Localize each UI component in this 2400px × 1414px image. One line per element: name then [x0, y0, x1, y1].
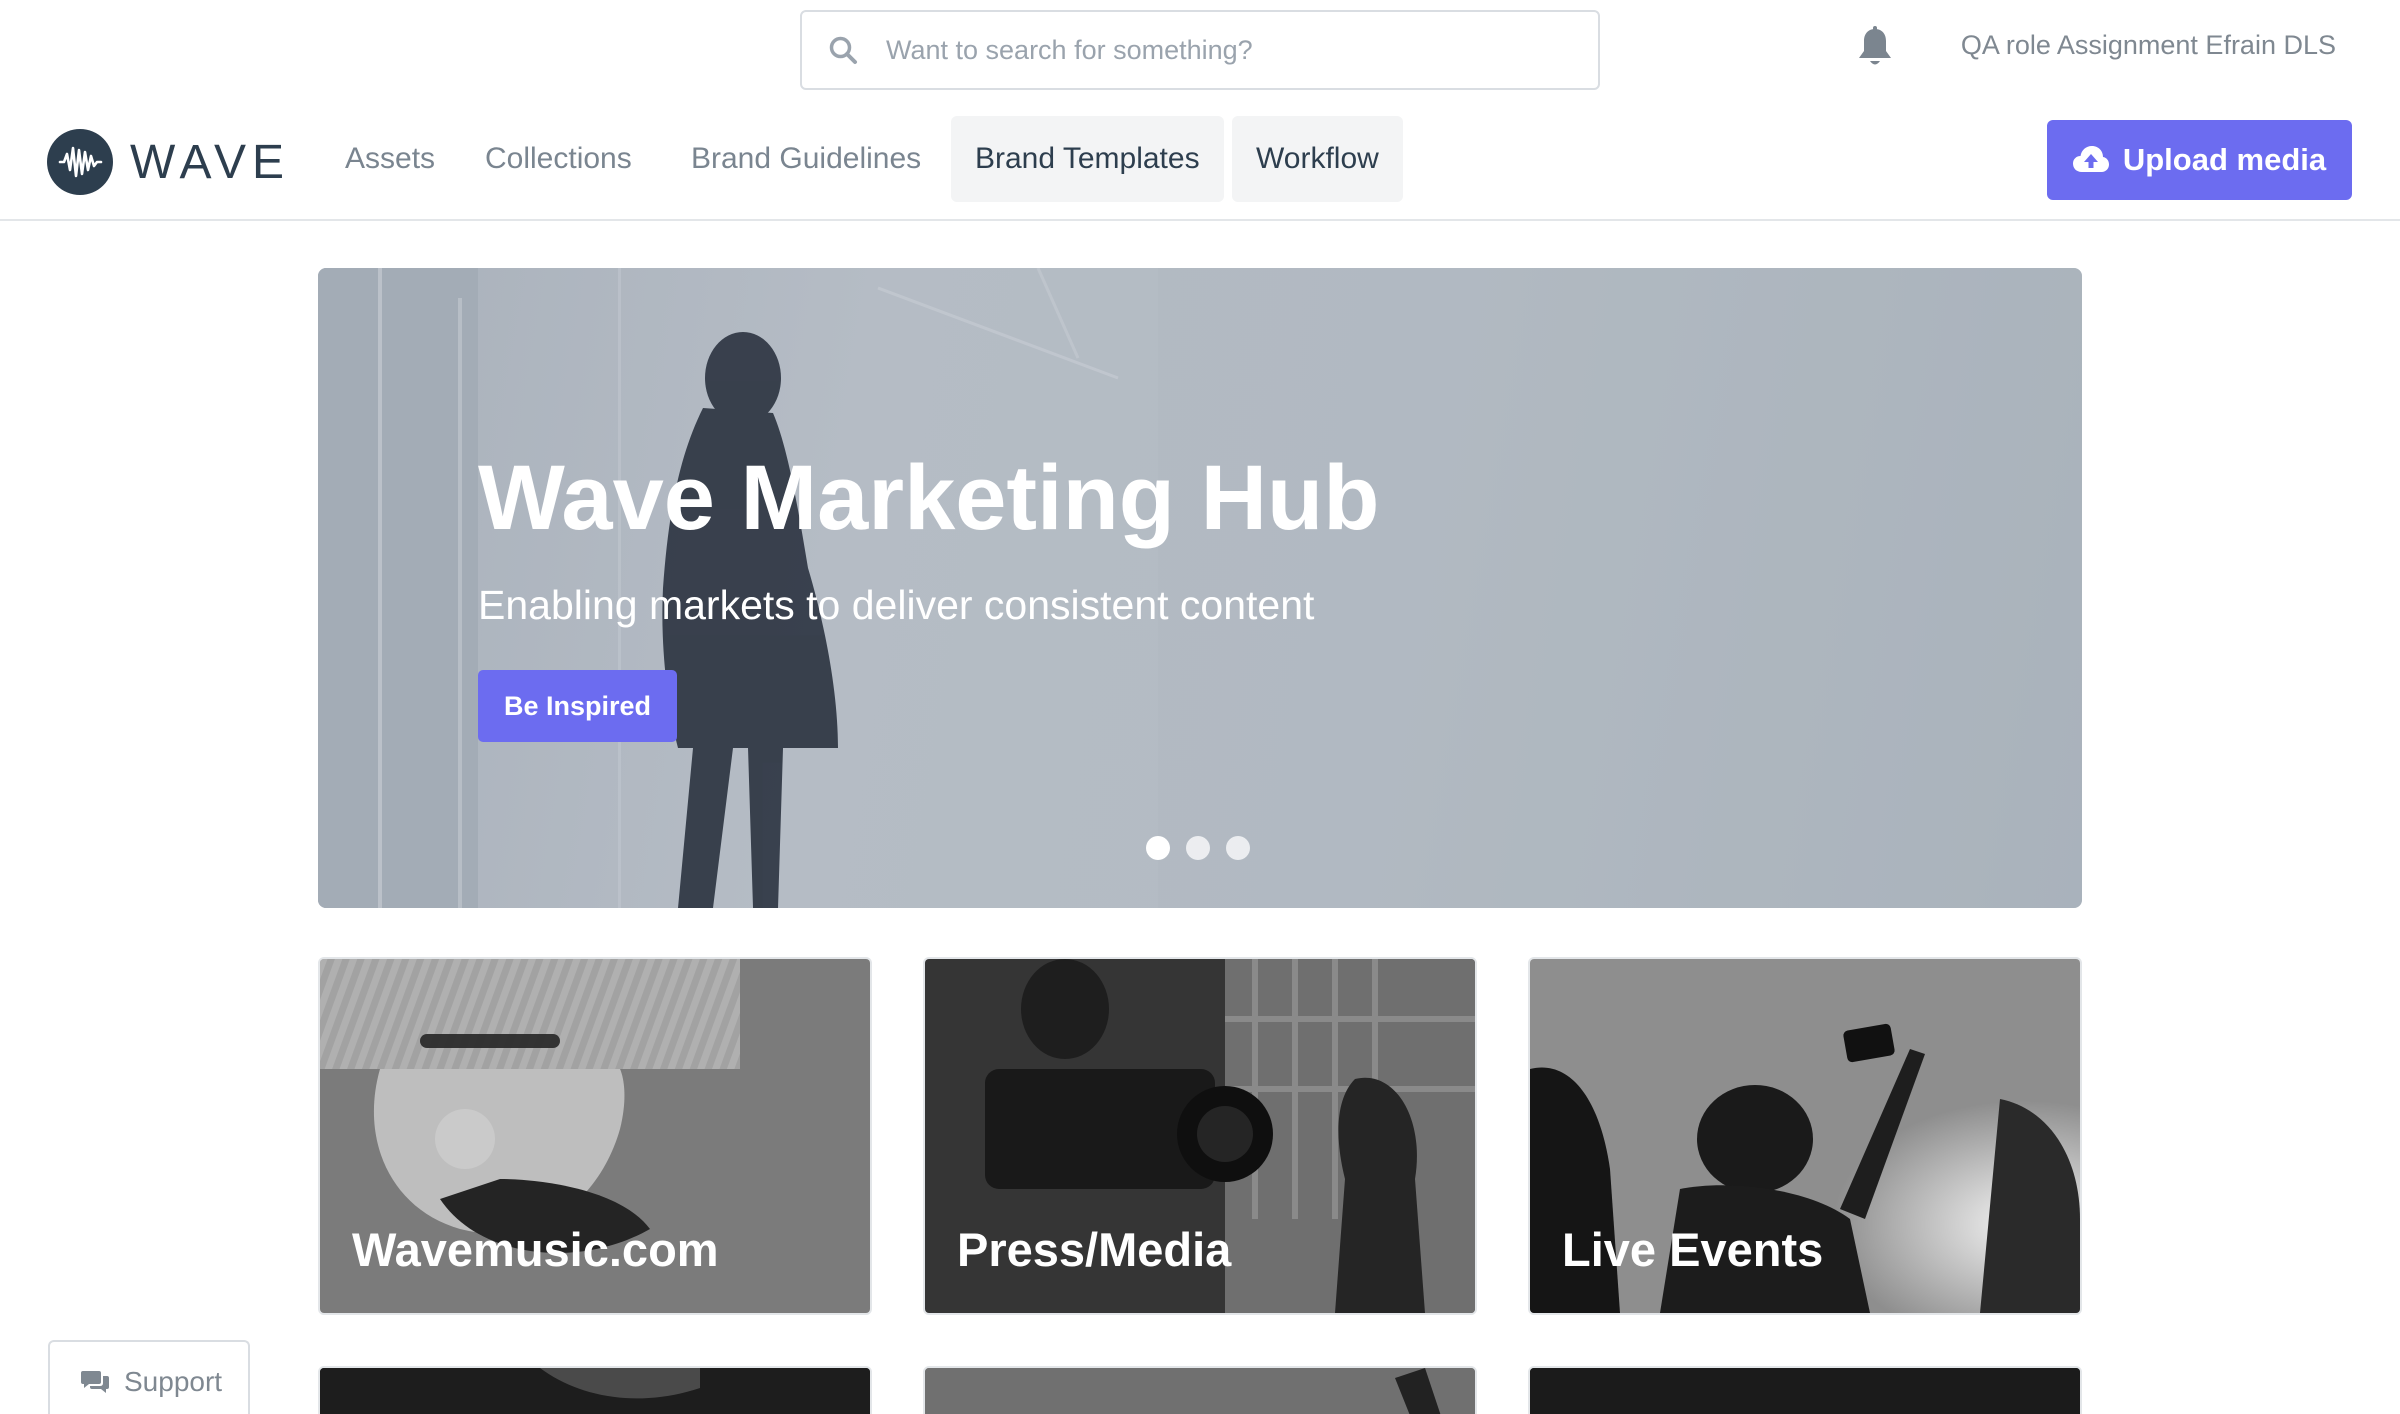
hero-title: Wave Marketing Hub [478, 447, 1380, 549]
top-bar: QA role Assignment Efrain DLS [0, 0, 2400, 100]
search-box[interactable] [800, 10, 1600, 90]
nav-item-brand-templates[interactable]: Brand Templates [951, 116, 1224, 202]
nav-item-label: Assets [345, 142, 436, 175]
card-image [925, 1368, 1475, 1414]
card-image [1530, 1368, 2080, 1414]
collection-card-live-events[interactable]: Live Events [1528, 957, 2082, 1315]
nav-item-assets[interactable]: Assets [321, 116, 459, 202]
card-label: Live Events [1562, 1223, 1824, 1276]
nav-item-label: Workflow [1256, 142, 1379, 175]
carousel-dot-1[interactable] [1146, 836, 1170, 860]
nav-item-brand-guidelines[interactable]: Brand Guidelines [667, 116, 945, 202]
card-image [320, 1368, 870, 1414]
hero-subtitle: Enabling markets to deliver consistent c… [478, 582, 1315, 628]
be-inspired-button[interactable]: Be Inspired [478, 670, 677, 742]
support-button[interactable]: Support [48, 1340, 250, 1414]
search-icon [829, 36, 857, 64]
collection-card-row2-1[interactable] [318, 1366, 872, 1414]
carousel-indicators [1146, 836, 1266, 860]
upload-media-button[interactable]: Upload media [2047, 120, 2352, 200]
nav-item-label: Collections [485, 142, 632, 175]
bell-icon[interactable] [1854, 26, 1896, 70]
upload-media-label: Upload media [2122, 142, 2327, 177]
wave-logo-icon [47, 129, 113, 195]
support-label: Support [124, 1366, 223, 1397]
nav-item-workflow[interactable]: Workflow [1232, 116, 1403, 202]
carousel-dot-2[interactable] [1186, 836, 1210, 860]
user-menu[interactable]: QA role Assignment Efrain DLS [1961, 30, 2336, 61]
nav-item-collections[interactable]: Collections [461, 116, 656, 202]
logo-text: WAVE [130, 135, 291, 189]
collection-card-row2-3[interactable] [1528, 1366, 2082, 1414]
cloud-upload-icon [2072, 146, 2109, 172]
collection-card-wavemusic[interactable]: Wavemusic.com [318, 957, 872, 1315]
card-label: Press/Media [957, 1223, 1232, 1276]
search-input[interactable] [886, 20, 1598, 80]
collection-card-row2-2[interactable] [923, 1366, 1477, 1414]
chat-icon [81, 1371, 109, 1393]
card-label: Wavemusic.com [352, 1223, 719, 1276]
collection-card-press-media[interactable]: Press/Media [923, 957, 1477, 1315]
nav-item-label: Brand Guidelines [691, 142, 922, 175]
carousel-dot-3[interactable] [1226, 836, 1250, 860]
wave-logo[interactable]: WAVE [46, 128, 290, 196]
nav-item-label: Brand Templates [975, 142, 1200, 175]
hero-carousel: Wave Marketing Hub Enabling markets to d… [318, 268, 2082, 908]
